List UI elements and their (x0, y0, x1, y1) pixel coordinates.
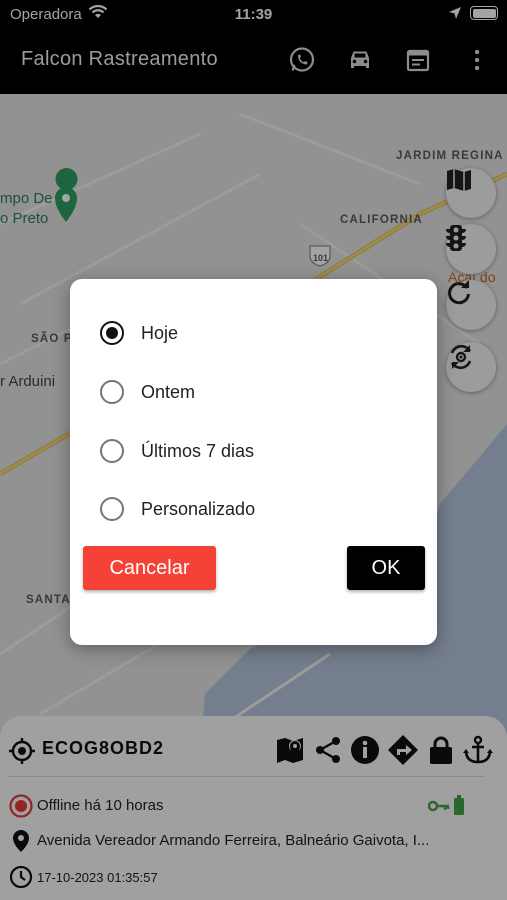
option-label: Ontem (141, 382, 196, 402)
ok-button[interactable]: OK (347, 546, 425, 590)
radio-button[interactable] (100, 439, 124, 463)
radio-button-selected[interactable] (100, 321, 124, 345)
radio-button[interactable] (100, 497, 124, 521)
option-label: Hoje (141, 323, 179, 343)
option-today[interactable]: Hoje (100, 318, 420, 348)
period-select-dialog: Hoje Ontem Últimos 7 dias Personalizado … (70, 279, 437, 645)
option-label: Últimos 7 dias (141, 441, 255, 461)
cancel-button[interactable]: Cancelar (83, 546, 216, 590)
option-label: Personalizado (141, 499, 256, 519)
option-yesterday[interactable]: Ontem (100, 377, 420, 407)
option-last-7-days[interactable]: Últimos 7 dias (100, 436, 420, 466)
option-custom[interactable]: Personalizado (100, 494, 420, 524)
radio-button[interactable] (100, 380, 124, 404)
